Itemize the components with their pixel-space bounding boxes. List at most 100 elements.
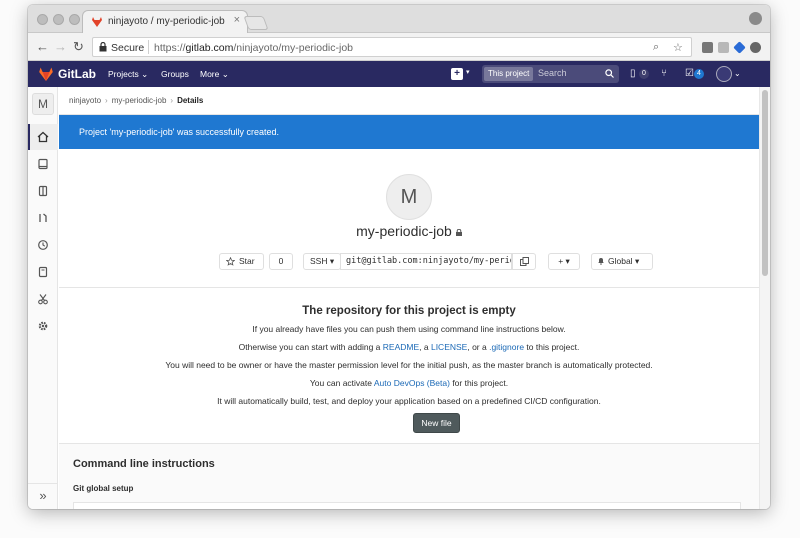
merge-requests-icon: [39, 213, 47, 222]
gitlab-favicon-icon: [92, 17, 102, 27]
add-file-dropdown[interactable]: + ▾: [548, 253, 580, 270]
empty-repo-line-3: You will need to be owner or have the ma…: [165, 360, 653, 370]
sidebar-item-ci-cd[interactable]: [28, 232, 58, 258]
url-text: https://gitlab.com/ninjayoto/my-periodic…: [154, 42, 354, 54]
snippets-icon: [38, 294, 48, 305]
empty-repo-line-2: Otherwise you can start with adding a RE…: [238, 342, 580, 352]
browser-titlebar: ninjayoto / my-periodic-job · G ×: [28, 5, 770, 33]
wiki-icon: [38, 266, 48, 278]
forward-icon[interactable]: →: [54, 39, 67, 54]
search-icon: [605, 69, 614, 78]
sidebar-project-avatar[interactable]: M: [32, 93, 54, 115]
todos-header-icon[interactable]: ☑: [685, 68, 694, 79]
nav-projects[interactable]: Projects ⌄: [108, 69, 148, 80]
clone-url-field[interactable]: git@gitlab.com:ninjayoto/my-periodic-job…: [340, 253, 512, 270]
secure-lock-icon: [99, 42, 107, 52]
diamond-extension-icon[interactable]: [733, 41, 746, 54]
empty-repo-line-4: You can activate Auto DevOps (Beta) for …: [309, 378, 509, 388]
private-lock-icon: [455, 229, 462, 236]
project-title: my-periodic-job: [309, 223, 509, 239]
sidebar-item-wiki[interactable]: [28, 259, 58, 285]
empty-repo-line-1: If you already have files you can push t…: [252, 324, 566, 334]
sidebar-item-settings[interactable]: [28, 313, 58, 339]
sidebar-item-overview[interactable]: [28, 124, 58, 150]
gitignore-link[interactable]: .gitignore: [489, 342, 524, 352]
close-window-button[interactable]: [37, 14, 48, 25]
tab-title: ninjayoto / my-periodic-job · G: [108, 16, 226, 27]
minimize-window-button[interactable]: [53, 14, 64, 25]
gitlab-header: GitLab Projects ⌄ Groups More ⌄ + ▾ This…: [28, 61, 770, 87]
settings-icon: [38, 321, 48, 331]
flash-message: Project 'my-periodic-job' was successful…: [79, 127, 280, 137]
ci-cd-icon: [38, 240, 48, 250]
sidebar-item-issues[interactable]: [28, 178, 58, 204]
browser-profile-icon[interactable]: [749, 12, 762, 25]
license-link[interactable]: LICENSE: [431, 342, 467, 352]
star-icon: [226, 257, 235, 266]
page-scrollbar[interactable]: [759, 87, 770, 509]
bookmark-star-icon[interactable]: ☆: [673, 41, 683, 54]
user-avatar[interactable]: [716, 66, 732, 82]
tab-close-icon[interactable]: ×: [234, 14, 240, 26]
cloud-extension-icon[interactable]: [718, 42, 729, 53]
clone-protocol-select[interactable]: SSH ▾: [303, 253, 341, 270]
breadcrumb-namespace[interactable]: ninjayoto: [69, 96, 101, 105]
auto-devops-link[interactable]: Auto DevOps (Beta): [374, 378, 450, 388]
nav-more[interactable]: More ⌄: [200, 69, 229, 80]
search-scope[interactable]: This project: [484, 67, 534, 81]
breadcrumb-project[interactable]: my-periodic-job: [112, 96, 167, 105]
copy-icon: [520, 257, 529, 266]
browser-tab[interactable]: ninjayoto / my-periodic-job · G ×: [82, 10, 248, 33]
copy-url-button[interactable]: [512, 253, 536, 270]
new-file-button[interactable]: New file: [413, 413, 460, 433]
scrollbar-thumb[interactable]: [762, 90, 768, 276]
flash-notice: Project 'my-periodic-job' was successful…: [59, 115, 759, 149]
repository-icon: [38, 158, 48, 170]
project-avatar: M: [386, 174, 432, 220]
project-sidebar: M »: [28, 87, 58, 509]
back-icon[interactable]: ←: [36, 39, 49, 54]
sidebar-item-merge-requests[interactable]: [28, 205, 58, 231]
sidebar-item-repository[interactable]: [28, 151, 58, 177]
search-input[interactable]: Search: [538, 68, 567, 78]
chevron-down-icon: ▾: [565, 256, 570, 266]
reload-icon[interactable]: ↻: [73, 39, 84, 55]
collapse-sidebar-button[interactable]: »: [28, 483, 58, 509]
search-box[interactable]: This project Search: [482, 65, 619, 83]
browser-toolbar: ← → ↻ Secure https://gitlab.com/ninjayot…: [28, 33, 770, 61]
user-menu-chevron-icon[interactable]: ⌄: [734, 69, 741, 78]
browser-window: ninjayoto / my-periodic-job · G × ← → ↻ …: [28, 5, 770, 509]
address-bar[interactable]: Secure https://gitlab.com/ninjayoto/my-p…: [92, 37, 692, 57]
chevron-down-icon[interactable]: ▾: [466, 68, 470, 76]
url-divider: [148, 40, 149, 54]
merge-requests-header-icon[interactable]: ⑂: [661, 68, 667, 79]
issues-count-badge: 0: [639, 69, 649, 79]
gitlab-brand[interactable]: GitLab: [58, 67, 96, 81]
maximize-window-button[interactable]: [69, 14, 80, 25]
todos-count-badge: 4: [694, 69, 704, 79]
star-label: Star: [239, 256, 255, 266]
star-button[interactable]: Star: [219, 253, 264, 270]
issues-icon: [38, 185, 48, 197]
pocket-extension-icon[interactable]: [702, 42, 713, 53]
gitlab-logo-icon[interactable]: [38, 66, 54, 82]
chrome-menu-icon[interactable]: [750, 42, 761, 53]
chevron-down-icon: ▾: [329, 256, 335, 266]
cli-title: Command line instructions: [73, 458, 215, 470]
issues-header-icon[interactable]: ▯: [630, 68, 636, 79]
new-tab-button[interactable]: [243, 16, 269, 30]
readme-link[interactable]: README: [383, 342, 419, 352]
star-count[interactable]: 0: [269, 253, 293, 270]
new-item-icon[interactable]: +: [451, 68, 463, 80]
main-content: ninjayoto › my-periodic-job › Details Projec…: [59, 87, 759, 509]
home-icon: [37, 131, 49, 143]
sidebar-item-snippets[interactable]: [28, 286, 58, 312]
secure-label: Secure: [111, 42, 145, 54]
breadcrumb: ninjayoto › my-periodic-job › Details: [69, 96, 204, 105]
zoom-search-icon[interactable]: ⌕: [653, 41, 659, 54]
nav-groups[interactable]: Groups: [161, 69, 189, 79]
empty-repo-line-5: It will automatically build, test, and d…: [217, 396, 601, 406]
breadcrumb-current[interactable]: Details: [177, 96, 203, 105]
cli-subtitle: Git global setup: [73, 484, 134, 493]
notification-dropdown[interactable]: Global ▾: [591, 253, 653, 270]
